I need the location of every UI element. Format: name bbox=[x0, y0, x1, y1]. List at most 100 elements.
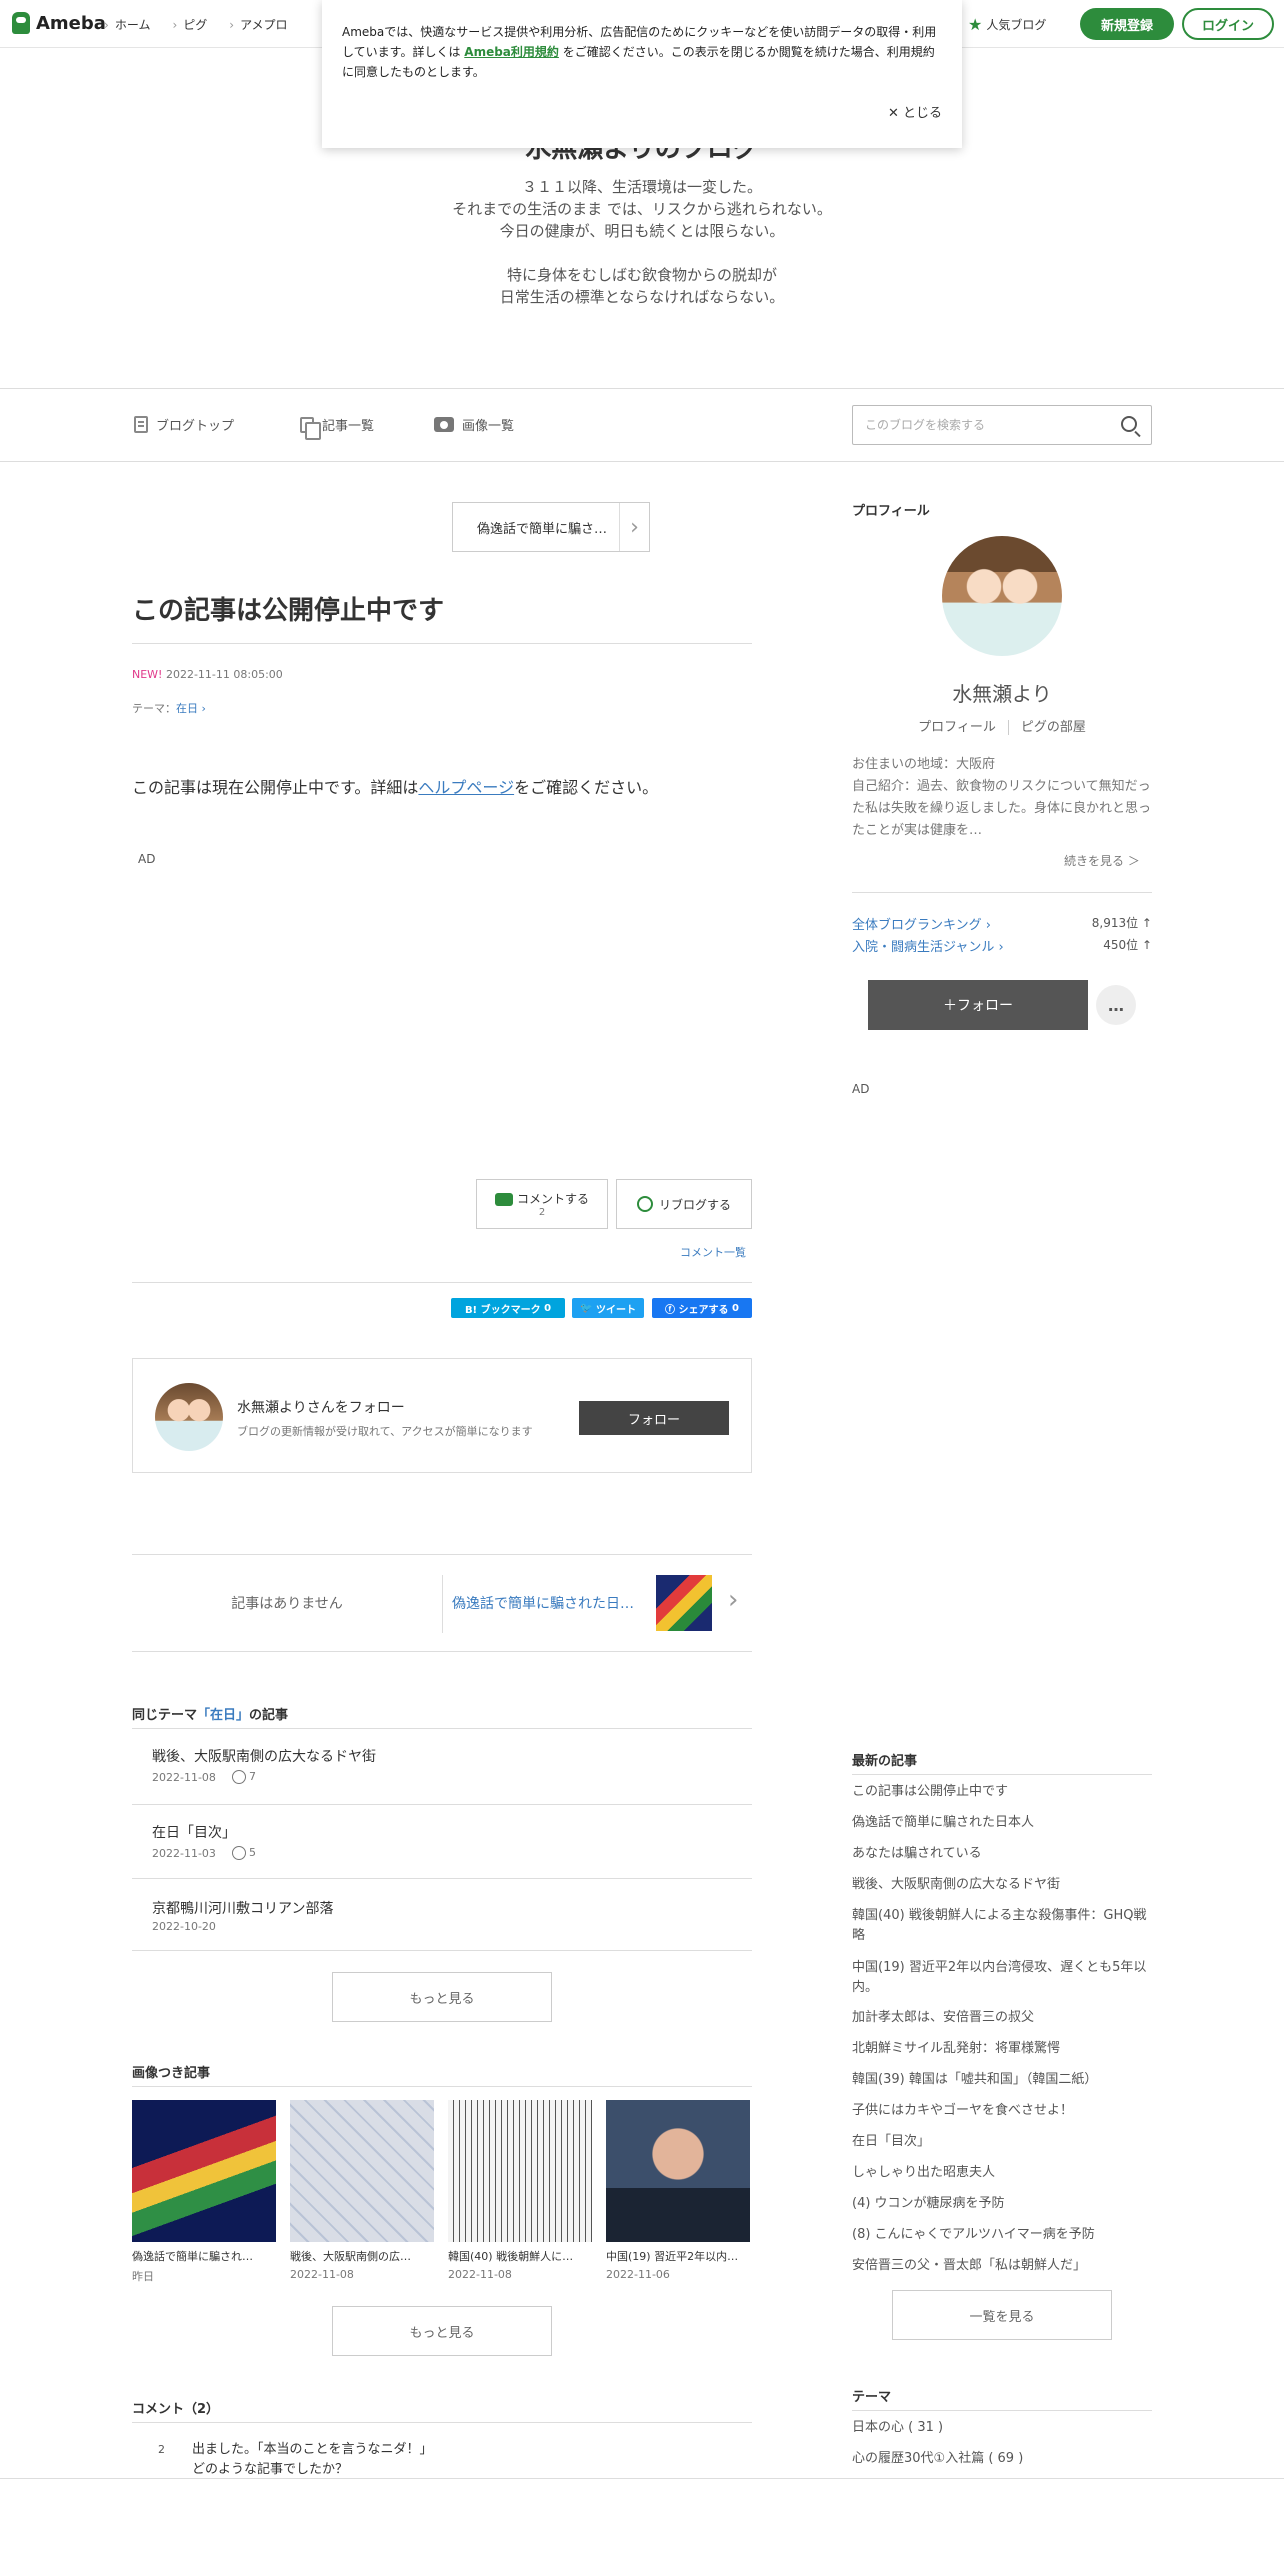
theme-article-meta: 2022-11-08 7 bbox=[152, 1770, 256, 1784]
subnav-blog-top[interactable]: ブログトップ bbox=[134, 415, 234, 434]
divider bbox=[132, 643, 752, 644]
profile-heading: プロフィール bbox=[852, 504, 930, 519]
reblog-button[interactable]: リブログする bbox=[616, 1179, 752, 1229]
profile-avatar[interactable] bbox=[942, 536, 1062, 656]
theme-article-title[interactable]: 戦後、大阪駅南側の広大なるドヤ街 bbox=[152, 1746, 376, 1766]
body-text-2: をご確認ください。 bbox=[514, 778, 659, 797]
theme-link[interactable]: 在日 bbox=[176, 702, 198, 715]
recent-article-link[interactable]: 韓国(40) 戦後朝鮮人による主な殺傷事件：GHQ戦略 bbox=[852, 1906, 1152, 1946]
nav-amepro[interactable]: アメプロ bbox=[229, 16, 287, 33]
search-input[interactable] bbox=[853, 406, 1103, 444]
theme-article-date: 2022-10-20 bbox=[152, 1920, 216, 1933]
theme-link[interactable]: 心の履歴30代①入社篇 ( 69 ) bbox=[852, 2449, 1152, 2469]
image-article-card[interactable]: 偽逸話で簡単に騙され… 昨日 bbox=[132, 2100, 276, 2284]
ameba-logo[interactable]: Ameba bbox=[12, 12, 106, 34]
image-date: 昨日 bbox=[132, 2270, 154, 2283]
theme-article-title[interactable]: 在日「目次」 bbox=[152, 1822, 236, 1842]
comment-bubble-icon bbox=[494, 1193, 513, 1206]
image-thumbnail bbox=[132, 2100, 276, 2242]
heading-theme[interactable]: 「在日」 bbox=[197, 1708, 249, 1723]
subnav-label: ブログトップ bbox=[156, 419, 235, 434]
help-page-link[interactable]: ヘルプページ bbox=[418, 778, 514, 797]
image-article-card[interactable]: 韓国(40) 戦後朝鮮人に… 2022-11-08 bbox=[448, 2100, 592, 2281]
recent-article-link[interactable]: (4) ウコンが糖尿病を予防 bbox=[852, 2194, 1152, 2214]
register-button[interactable]: 新規登録 bbox=[1080, 8, 1174, 40]
recent-article-link[interactable]: 北朝鮮ミサイル乱発射：将軍様驚愕 bbox=[852, 2039, 1152, 2059]
image-caption: 戦後、大阪駅南側の広… bbox=[290, 2250, 411, 2263]
chevron-right-icon[interactable]: › bbox=[728, 1585, 738, 1615]
recent-article-link[interactable]: (8) こんにゃくでアルツハイマー病を予防 bbox=[852, 2225, 1152, 2245]
facebook-share-button[interactable]: ⓕ シェアする 0 bbox=[652, 1298, 752, 1318]
ranking-label[interactable]: 全体ブログランキング › bbox=[852, 914, 991, 933]
ranking-row: 全体ブログランキング › 8,913位 ↑ bbox=[852, 914, 1152, 933]
search-icon[interactable] bbox=[1121, 416, 1137, 432]
recent-article-link[interactable]: 加計孝太郎は、安倍晋三の叔父 bbox=[852, 2008, 1152, 2028]
cookie-close-button[interactable]: ✕ とじる bbox=[888, 104, 942, 124]
tweet-button[interactable]: 🐦 ツイート bbox=[572, 1298, 644, 1318]
profile-more-link[interactable]: 続きを見る ＞ bbox=[1064, 852, 1140, 869]
recent-article-link[interactable]: しゃしゃり出た昭恵夫人 bbox=[852, 2163, 1152, 2183]
hatena-bookmark-button[interactable]: B! ブックマーク 0 bbox=[451, 1298, 565, 1318]
more-options-icon[interactable]: … bbox=[1096, 985, 1136, 1025]
image-thumbnail bbox=[606, 2100, 750, 2242]
divider bbox=[442, 1575, 443, 1633]
recent-article-link[interactable]: 偽逸話で簡単に騙された日本人 bbox=[852, 1813, 1152, 1833]
pigg-room-link[interactable]: ピグの部屋 bbox=[1007, 720, 1086, 735]
theme-link[interactable]: 日本の心 ( 31 ) bbox=[852, 2418, 1152, 2438]
divider bbox=[132, 1728, 752, 1729]
comment-list-link[interactable]: コメント一覧 bbox=[680, 1244, 746, 1260]
next-post-thumbnail[interactable] bbox=[656, 1575, 712, 1631]
recent-article-link[interactable]: 戦後、大阪駅南側の広大なるドヤ街 bbox=[852, 1875, 1152, 1895]
popular-blog-link[interactable]: ★ 人気ブログ bbox=[968, 15, 1046, 34]
profile-name[interactable]: 水無瀬より bbox=[852, 678, 1152, 707]
login-button[interactable]: ログイン bbox=[1182, 8, 1274, 40]
recent-article-link[interactable]: 子供にはカキやゴーヤを食べさせよ！ bbox=[852, 2101, 1152, 2121]
follow-button[interactable]: フォロー bbox=[579, 1401, 729, 1435]
article-theme: テーマ：在日 › bbox=[132, 700, 206, 716]
ranking-value: 450位 ↑ bbox=[1103, 938, 1152, 952]
comment-item: 2 出ました。「本当のことを言うなニダ！」 どのような記事でしたか？ bbox=[158, 2440, 738, 2480]
comment-number: 2 bbox=[158, 2443, 165, 2456]
view-list-button[interactable]: 一覧を見る bbox=[892, 2290, 1112, 2340]
ranking-label-text: 全体ブログランキング bbox=[852, 918, 982, 933]
divider bbox=[132, 1950, 752, 1951]
heading-prefix: 同じテーマ bbox=[132, 1708, 198, 1723]
recent-article-link[interactable]: あなたは騙されている bbox=[852, 1844, 1152, 1864]
article-body: この記事は現在公開停止中です。詳細はヘルプページをご確認ください。 bbox=[132, 774, 658, 798]
blog-search bbox=[852, 405, 1152, 445]
subnav-label: 記事一覧 bbox=[322, 419, 375, 434]
recent-article-link[interactable]: 在日「目次」 bbox=[852, 2132, 1152, 2152]
nav-home[interactable]: ホーム bbox=[104, 16, 151, 33]
more-button[interactable]: もっと見る bbox=[332, 2306, 552, 2356]
next-article-button[interactable]: 偽逸話で簡単に騙さ… › bbox=[452, 502, 650, 552]
ad-label: AD bbox=[138, 852, 156, 866]
next-post-link[interactable]: 偽逸話で簡単に騙された日… bbox=[452, 1593, 634, 1613]
image-article-card[interactable]: 戦後、大阪駅南側の広… 2022-11-08 bbox=[290, 2100, 434, 2281]
theme-heading: テーマ bbox=[852, 2390, 892, 2405]
divider bbox=[132, 2422, 752, 2423]
recent-article-link[interactable]: この記事は公開停止中です bbox=[852, 1782, 1152, 1802]
prev-none: 記事はありません bbox=[231, 1596, 343, 1612]
theme-article-date: 2022-11-08 bbox=[152, 1770, 216, 1784]
recent-article-link[interactable]: 韓国(39) 韓国は「嘘共和国」（韓国二紙） bbox=[852, 2070, 1152, 2090]
avatar[interactable] bbox=[155, 1383, 223, 1451]
subnav-image-list[interactable]: 画像一覧 bbox=[434, 415, 514, 434]
sidebar-follow-button[interactable]: ＋フォロー bbox=[868, 980, 1088, 1030]
image-article-card[interactable]: 中国(19) 習近平2年以内… 2022-11-06 bbox=[606, 2100, 750, 2281]
ranking-label[interactable]: 入院・闘病生活ジャンル › bbox=[852, 936, 1004, 955]
profile-link[interactable]: プロフィール bbox=[918, 720, 996, 735]
comment-button[interactable]: コメントする 2 bbox=[476, 1179, 608, 1229]
terms-link[interactable]: Ameba利用規約 bbox=[464, 45, 559, 59]
ad-label: AD bbox=[852, 1082, 870, 1096]
divider bbox=[132, 1282, 752, 1283]
more-button[interactable]: もっと見る bbox=[332, 1972, 552, 2022]
subnav-label: 画像一覧 bbox=[462, 419, 515, 434]
article-date: NEW! 2022-11-11 08:05:00 bbox=[132, 668, 283, 681]
recent-article-link[interactable]: 中国(19) 習近平2年以内台湾侵攻、遅くとも5年以内。 bbox=[852, 1958, 1152, 1998]
subnav-article-list[interactable]: 記事一覧 bbox=[300, 415, 375, 440]
nav-pigg[interactable]: ピグ bbox=[172, 16, 207, 33]
popular-blog-label: 人気ブログ bbox=[986, 18, 1047, 32]
recent-article-link[interactable]: 安倍晋三の父・晋太郎「私は朝鮮人だ」 bbox=[852, 2256, 1152, 2276]
theme-article-title[interactable]: 京都鴨川河川敷コリアン部落 bbox=[152, 1898, 333, 1918]
theme-article-meta: 2022-10-20 bbox=[152, 1920, 216, 1933]
